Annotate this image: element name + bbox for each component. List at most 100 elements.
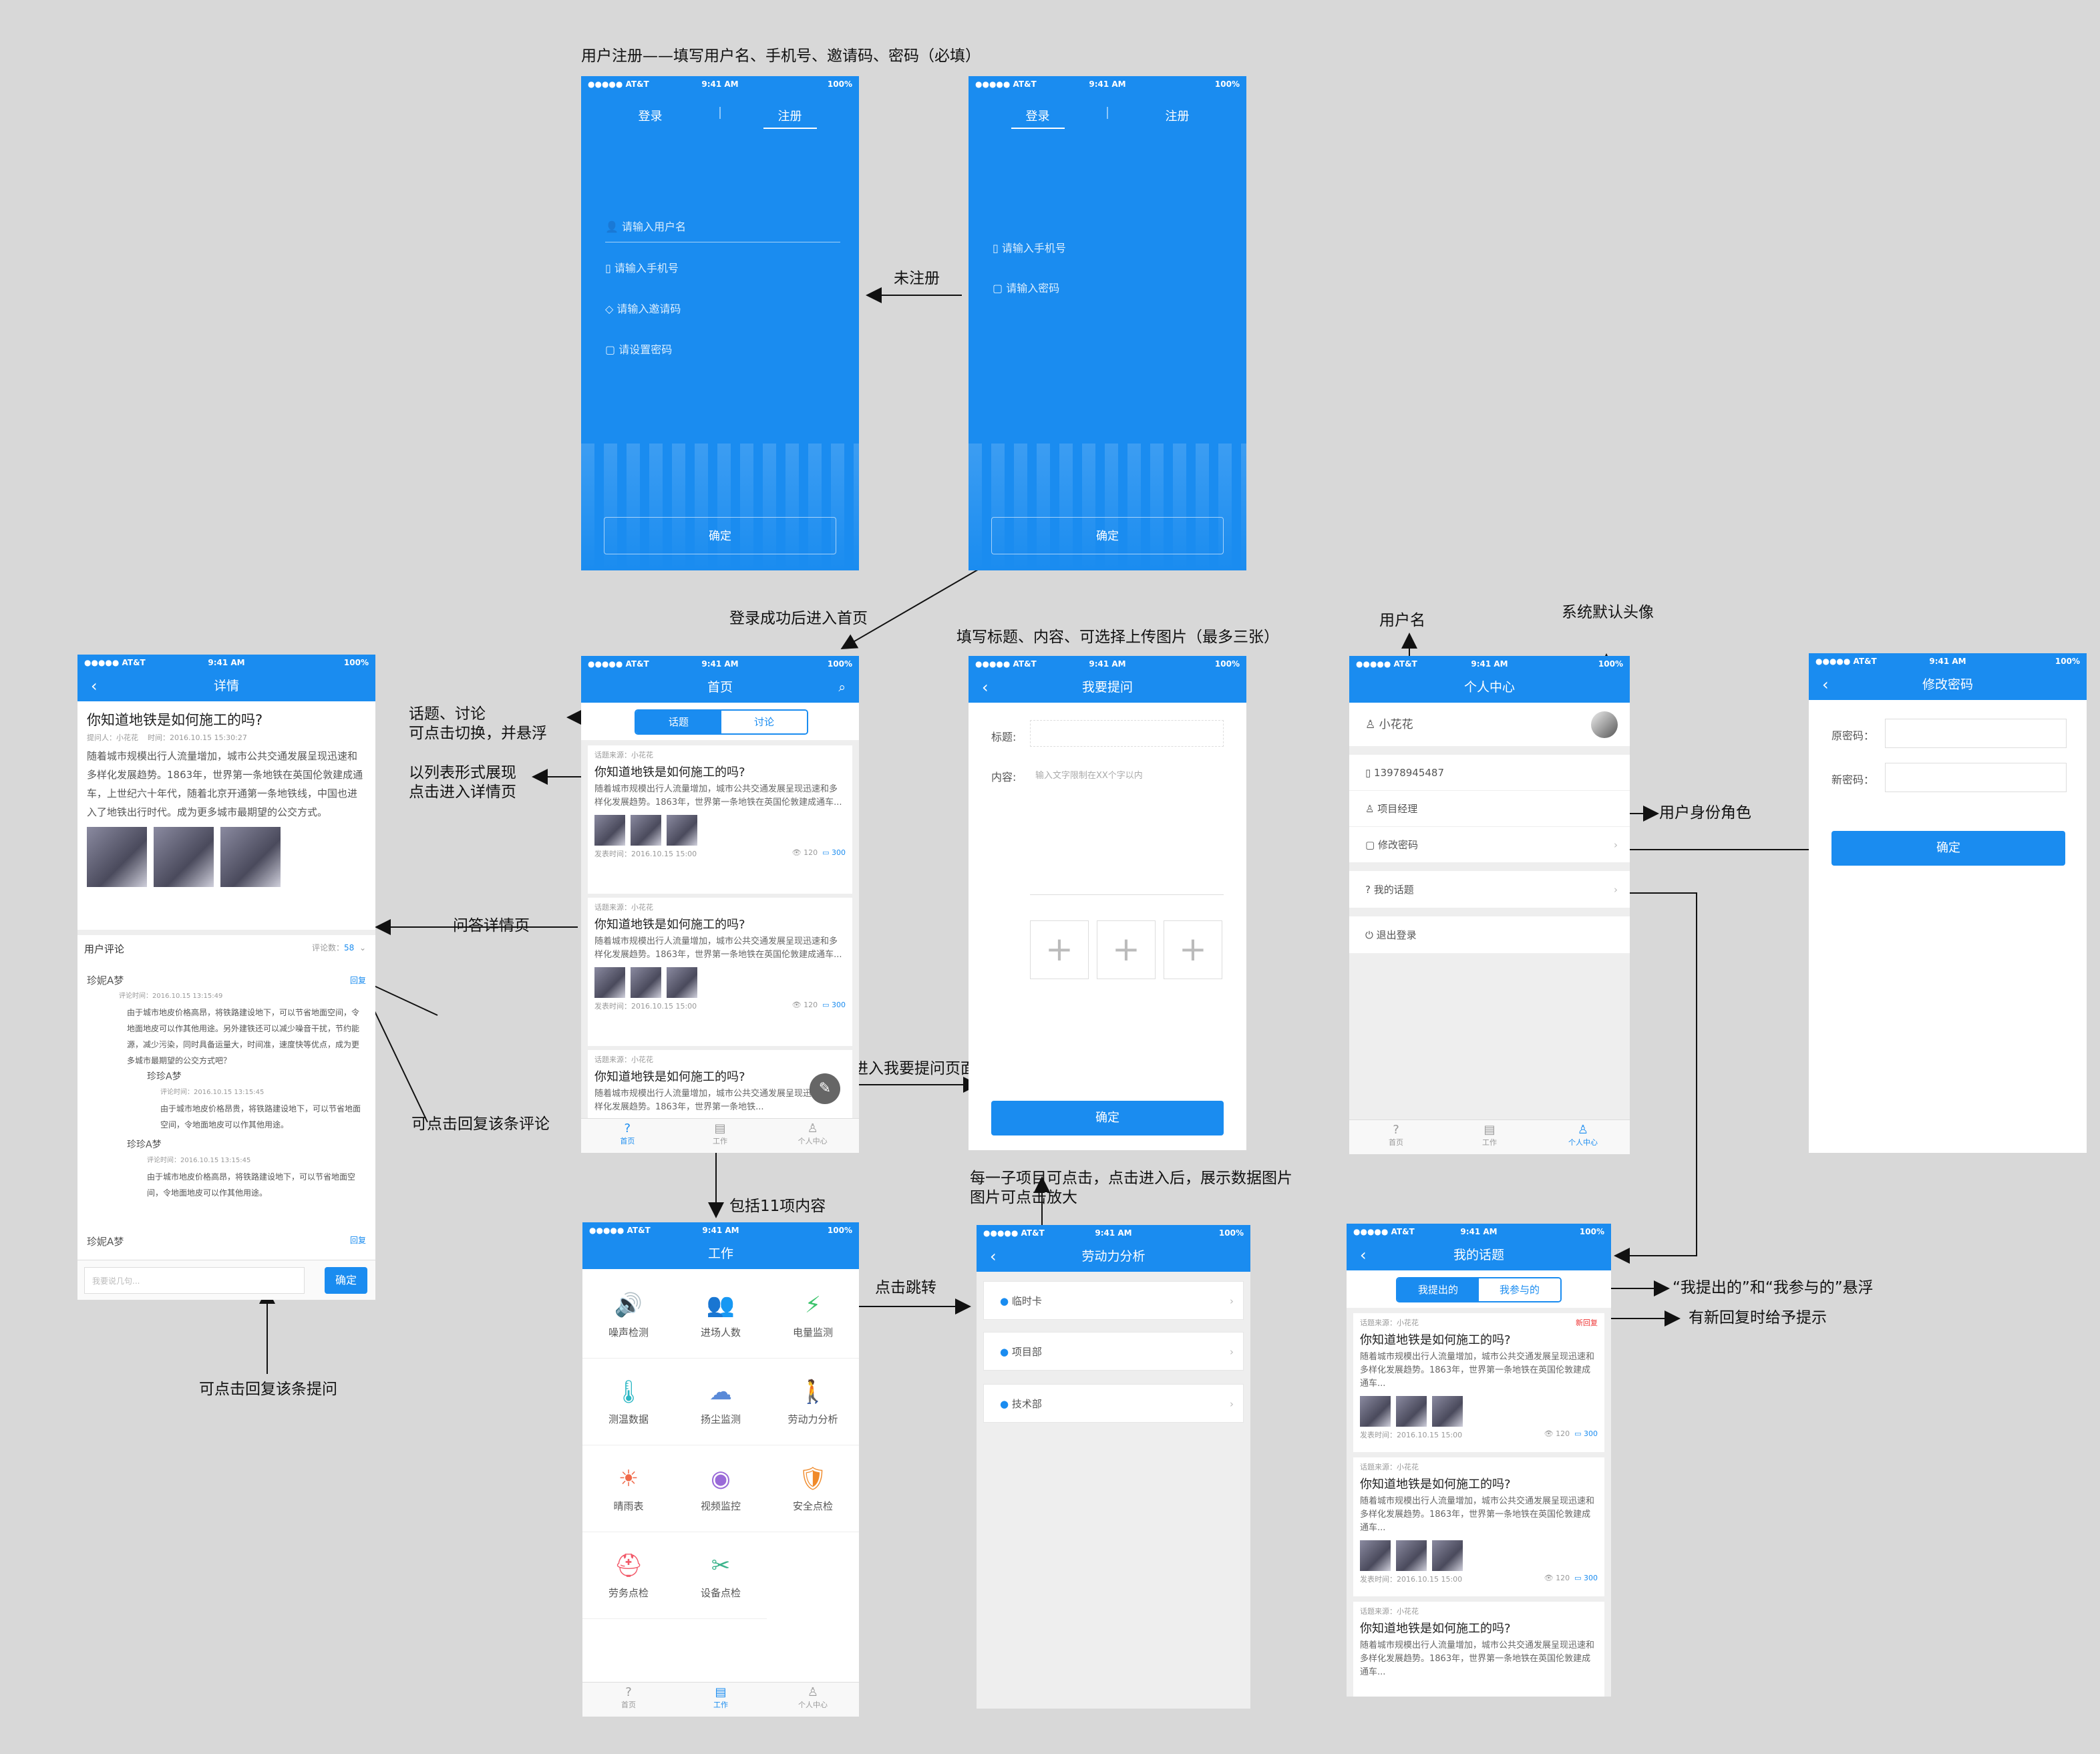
tab-login[interactable]: 登录 — [581, 107, 719, 124]
role-icon: ♙ — [1365, 803, 1378, 815]
screen-profile: ●●●●● AT&T 9:41 AM 100% 个人中心 ♙ 小花花 ▯ 13978… — [1349, 656, 1630, 1154]
labor-item[interactable]: ● 项目部 › — [983, 1332, 1244, 1371]
compose-icon[interactable]: ✎ — [810, 1073, 840, 1104]
annotation-subitem-2: 图片可点击放大 — [970, 1189, 1077, 1206]
screen-labor-analysis: ●●●●● AT&T 9:41 AM 100% ‹ 劳动力分析 ● 临时卡 › ● 项目… — [977, 1225, 1250, 1709]
annotation-enter-ask: 进入我要提问页面 — [853, 1060, 976, 1077]
tab-work[interactable]: ▤ 工作 — [675, 1683, 767, 1717]
submit-question-button[interactable]: 确定 — [991, 1101, 1224, 1135]
tab-home[interactable]: ? 首页 — [582, 1683, 675, 1717]
work-item[interactable]: ⛑ 劳务点检 — [582, 1532, 675, 1619]
post-card[interactable]: 话题来源：小花花 你知道地铁是如何施工的吗? 随着城市规模出行人流量增加，城市公共交… — [1353, 1602, 1604, 1697]
back-icon[interactable]: ‹ — [1360, 1240, 1367, 1270]
phone-field[interactable]: ▯ 请输入手机号 — [605, 259, 840, 275]
work-item[interactable]: ⚡ 电量监测 — [766, 1272, 859, 1359]
tools-icon: ✂ — [711, 1552, 731, 1579]
add-image-button[interactable]: + — [1030, 920, 1089, 979]
tab-register[interactable]: 注册 — [1108, 107, 1246, 124]
confirm-button[interactable]: 确定 — [604, 517, 836, 554]
chevron-right-icon: › — [1614, 839, 1618, 851]
annotation-ask-fill: 填写标题、内容、可选择上传图片（最多三张） — [956, 629, 1279, 646]
new-reply-badge: 新回复 — [1576, 1319, 1598, 1327]
title-input[interactable] — [1030, 720, 1224, 747]
tab-discuss[interactable]: 讨论 — [721, 711, 807, 733]
annotation-user-role: 用户身份角色 — [1659, 804, 1751, 822]
question-icon: ? — [1365, 884, 1374, 896]
tab-joined[interactable]: 我参与的 — [1479, 1278, 1560, 1301]
circle-icon: ● — [1000, 1346, 1012, 1358]
tab-home[interactable]: ? 首页 — [1349, 1120, 1443, 1154]
tab-me[interactable]: ♙ 个人中心 — [767, 1683, 859, 1717]
labor-item[interactable]: ● 技术部 › — [983, 1384, 1244, 1423]
phone-icon: ▯ — [1365, 767, 1375, 779]
comment-input[interactable]: 我要说几句... — [84, 1267, 305, 1294]
avatar[interactable] — [1591, 711, 1618, 738]
chevron-right-icon: › — [1614, 884, 1618, 896]
annotation-float-tabs: “我提出的”和“我参与的”悬浮 — [1673, 1279, 1874, 1296]
my-topics-row[interactable]: ? 我的话题 › — [1349, 871, 1630, 908]
tab-register[interactable]: 注册 — [721, 107, 859, 129]
work-item[interactable]: 👥 进场人数 — [674, 1272, 767, 1359]
search-icon[interactable]: ⌕ — [838, 672, 846, 703]
tab-mine[interactable]: 我提出的 — [1397, 1278, 1479, 1301]
submit-comment-button[interactable]: 确定 — [325, 1267, 367, 1294]
annotation-topic-switch-2: 可点击切换，并悬浮 — [409, 725, 547, 742]
worker-icon: 🚶 — [798, 1379, 828, 1405]
annotation-new-reply: 有新回复时给予提示 — [1689, 1309, 1827, 1327]
screen-home: ●●●●● AT&T 9:41 AM 100% 首页 ⌕ 话题 讨论 话题来源：小花花你… — [581, 656, 859, 1153]
post-card[interactable]: 话题来源：小花花 新回复 你知道地铁是如何施工的吗? 随着城市规模出行人流量增加，城… — [1353, 1313, 1604, 1452]
work-item[interactable]: 🌡 测温数据 — [582, 1359, 675, 1445]
add-image-button[interactable]: + — [1164, 920, 1222, 979]
post-card[interactable]: 话题来源：小花花 你知道地铁是如何施工的吗? 随着城市规模出行人流量增加，城市公共交… — [588, 745, 852, 894]
helmet-icon: ⛑ — [614, 1552, 643, 1579]
change-password-row[interactable]: ▢ 修改密码 › — [1349, 827, 1630, 863]
reply-button[interactable]: 回复 — [350, 973, 366, 989]
shield-icon: 🛡 — [798, 1465, 828, 1492]
tab-work[interactable]: ▤ 工作 — [1443, 1120, 1536, 1154]
screen-my-topics: ●●●●● AT&T 9:41 AM 100% ‹ 我的话题 我提出的 我参与的 话题来… — [1347, 1224, 1611, 1697]
back-icon[interactable]: ‹ — [1822, 669, 1829, 700]
annotation-subitem-1: 每一子项目可点击，点击进入后，展示数据图片 — [970, 1170, 1292, 1187]
invite-field[interactable]: ◇ 请输入邀请码 — [605, 300, 840, 316]
camera-icon: ◉ — [711, 1465, 731, 1492]
phone-field[interactable]: ▯ 请输入手机号 — [993, 239, 1228, 255]
tab-me[interactable]: ♙ 个人中心 — [1536, 1120, 1630, 1154]
annotation-topic-switch-1: 话题、讨论 — [409, 705, 486, 723]
new-password-input[interactable] — [1885, 763, 2067, 792]
back-icon[interactable]: ‹ — [990, 1241, 997, 1272]
post-card[interactable]: 话题来源：小花花 你知道地铁是如何施工的吗? 随着城市规模出行人流量增加，城市公共交… — [588, 898, 852, 1046]
post-card[interactable]: 话题来源：小花花 你知道地铁是如何施工的吗? 随着城市规模出行人流量增加，城市公共交… — [1353, 1457, 1604, 1596]
question-title: 你知道地铁是如何施工的吗? — [87, 712, 263, 728]
annotation-login-success: 登录成功后进入首页 — [729, 610, 868, 627]
content-input[interactable]: 输入文字限制在XX个字以内 — [1030, 768, 1224, 895]
screen-work: ●●●●● AT&T 9:41 AM 100% 工作 🔊 噪声检测 👥 进场人数 ⚡ 电量监测… — [582, 1222, 859, 1717]
tab-topic[interactable]: 话题 — [636, 711, 721, 733]
old-password-input[interactable] — [1885, 719, 2067, 748]
work-item[interactable]: 🛡 安全点检 — [766, 1445, 859, 1532]
work-item[interactable]: ☁ 扬尘监测 — [674, 1359, 767, 1445]
mine-joined-switch: 我提出的 我参与的 — [1396, 1277, 1562, 1302]
screen-detail: ●●●●● AT&T 9:41 AM 100% ‹ 详情 你知道地铁是如何施工的吗? … — [77, 655, 375, 1300]
work-item[interactable]: 🚶 劳动力分析 — [766, 1359, 859, 1445]
username-field[interactable]: 👤 请输入用户名 — [605, 218, 840, 242]
phone-icon: ▯ — [993, 242, 1002, 254]
work-item[interactable]: 🔊 噪声检测 — [582, 1272, 675, 1359]
thermometer-icon: 🌡 — [614, 1379, 643, 1405]
confirm-button[interactable]: 确定 — [991, 517, 1224, 554]
labor-item[interactable]: ● 临时卡 › — [983, 1281, 1244, 1320]
work-item[interactable]: ☀ 晴雨表 — [582, 1445, 675, 1532]
add-image-button[interactable]: + — [1097, 920, 1156, 979]
tab-login[interactable]: 登录 — [969, 107, 1107, 129]
confirm-button[interactable]: 确定 — [1831, 831, 2065, 866]
setpwd-field[interactable]: ▢ 请设置密码 — [605, 341, 840, 357]
tab-me[interactable]: ♙ 个人中心 — [766, 1119, 859, 1153]
password-field[interactable]: ▢ 请输入密码 — [993, 279, 1228, 295]
back-icon[interactable]: ‹ — [982, 672, 989, 703]
work-item[interactable]: ✂ 设备点检 — [674, 1532, 767, 1619]
tab-work[interactable]: ▤ 工作 — [674, 1119, 767, 1153]
logout-row[interactable]: ⏻ 退出登录 — [1349, 916, 1630, 954]
work-item[interactable]: ◉ 视频监控 — [674, 1445, 767, 1532]
back-icon[interactable]: ‹ — [91, 671, 98, 701]
tab-home[interactable]: ? 首页 — [581, 1119, 674, 1153]
chevron-down-icon[interactable]: ⌄ — [359, 943, 366, 952]
